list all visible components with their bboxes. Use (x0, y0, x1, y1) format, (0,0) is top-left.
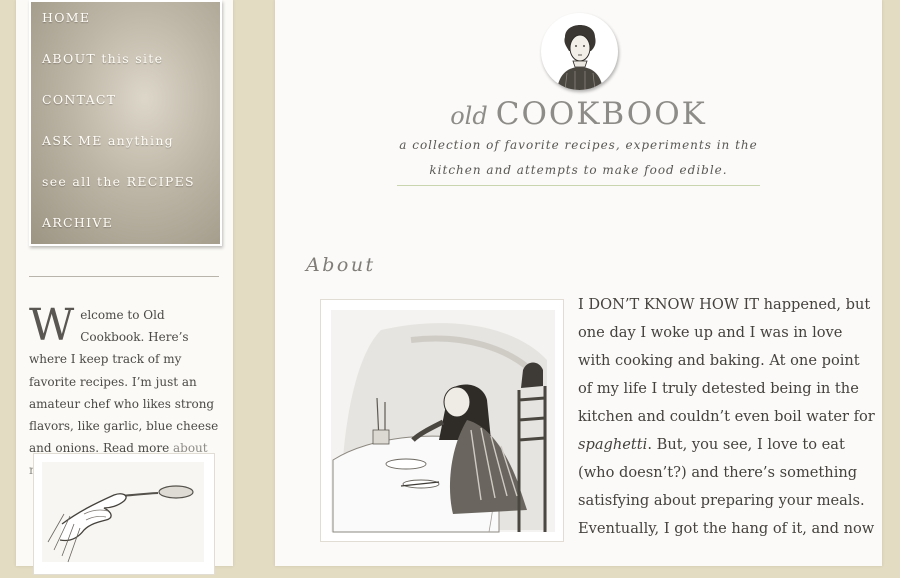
woman-at-table-illustration (320, 299, 564, 542)
tagline-line-1: a collection of favorite recipes, experi… (399, 138, 758, 152)
sidebar-divider (29, 276, 219, 277)
nav-archive[interactable]: ARCHIVE (42, 215, 113, 230)
nav-about[interactable]: ABOUT this site (42, 51, 163, 66)
nav-contact[interactable]: CONTACT (42, 92, 116, 107)
sidebar: HOME ABOUT this site CONTACT ASK ME anyt… (16, 0, 233, 575)
about-p1-text: I DON’T KNOW HOW IT happened, but one da… (578, 296, 875, 425)
about-body: I DON’T KNOW HOW IT happened, but one da… (578, 291, 878, 543)
site-title[interactable]: old COOKBOOK (275, 96, 882, 132)
main-content: old COOKBOOK a collection of favorite rec… (275, 0, 882, 566)
nav-home[interactable]: HOME (42, 10, 90, 25)
nav-recipes[interactable]: see all the RECIPES (42, 174, 195, 189)
victorian-lady-logo[interactable] (541, 13, 618, 90)
about-p1-emphasis: spaghetti (578, 436, 648, 453)
hand-spoon-illustration (33, 453, 215, 575)
title-divider (397, 185, 760, 186)
about-paragraph-2: Eventually, I got the hang of it, and no… (578, 520, 875, 537)
welcome-dropcap: W (29, 300, 75, 351)
about-heading: About (306, 254, 376, 276)
site-title-prefix: old (450, 102, 488, 130)
main-nav: HOME ABOUT this site CONTACT ASK ME anyt… (29, 0, 222, 246)
nav-ask-me[interactable]: ASK ME anything (42, 133, 174, 148)
about-paragraph-1: I DON’T KNOW HOW IT happened, but one da… (578, 291, 878, 515)
tagline-line-2: kitchen and attempts to make food edible… (429, 163, 728, 177)
site-title-main: COOKBOOK (495, 96, 707, 132)
